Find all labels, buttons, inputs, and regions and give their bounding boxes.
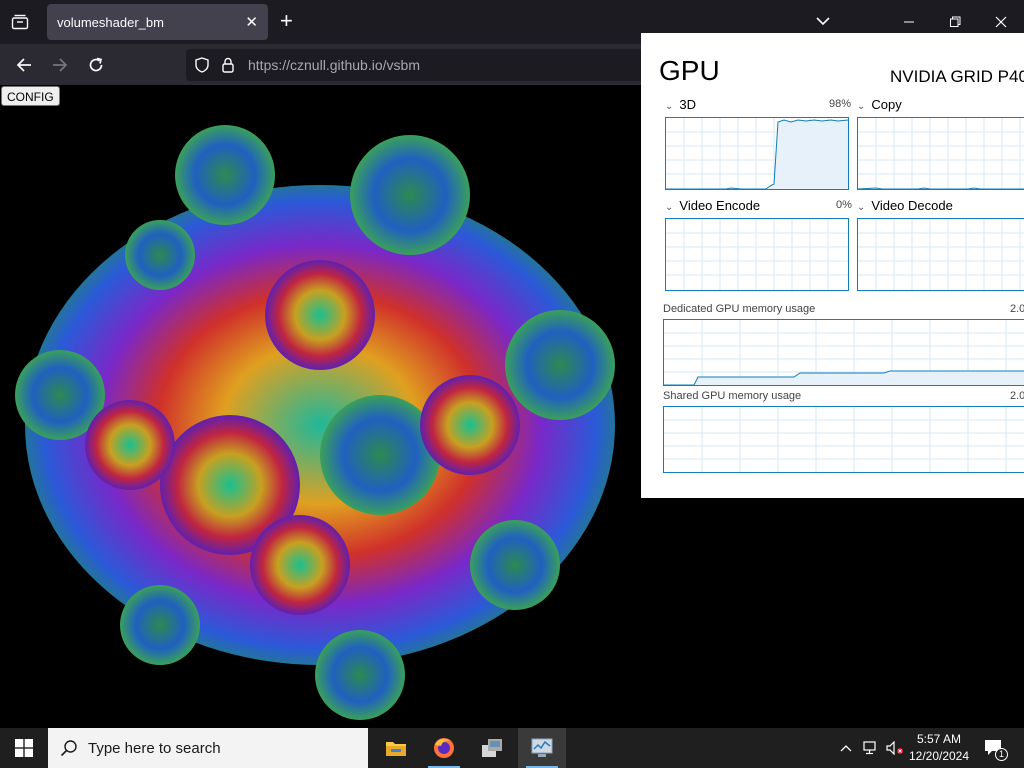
shield-icon[interactable]: [194, 57, 210, 78]
engine-selector-video-decode[interactable]: ⌄ Video Decode: [857, 198, 953, 213]
dedicated-memory-graph: [663, 319, 1024, 386]
forward-icon[interactable]: [47, 52, 73, 78]
windows-logo-icon[interactable]: [0, 728, 48, 768]
taskbar-search-box[interactable]: Type here to search: [48, 728, 368, 768]
close-icon[interactable]: ✕: [245, 13, 258, 31]
engine-graph-video-encode: [665, 218, 849, 291]
engine-graph-3d: [665, 117, 849, 190]
plus-icon[interactable]: +: [280, 10, 293, 32]
system-clock[interactable]: 5:57 AM 12/20/2024: [904, 731, 974, 765]
chevron-down-icon: ⌄: [665, 202, 674, 213]
notification-icon[interactable]: 1: [980, 728, 1008, 768]
task-manager-icon[interactable]: [518, 728, 566, 768]
chevron-down-icon: ⌄: [857, 202, 866, 213]
volume-muted-icon[interactable]: [884, 728, 906, 768]
search-icon: [60, 739, 78, 762]
engine-graph-copy: [857, 117, 1024, 190]
dedicated-memory-max: 2.0: [1010, 303, 1024, 315]
chevron-up-icon[interactable]: [836, 728, 856, 768]
url-bar[interactable]: https://cznull.github.io/vsbm: [186, 49, 646, 81]
fractal-body: [15, 125, 615, 720]
engine-label: Copy: [871, 97, 902, 112]
config-button[interactable]: CONFIG: [1, 86, 60, 106]
search-placeholder: Type here to search: [88, 740, 221, 757]
url-host: https://cznull.github.io: [248, 57, 383, 73]
clock-date: 12/20/2024: [908, 749, 970, 763]
url-path: /vsbm: [382, 57, 420, 73]
gpu-title: GPU: [659, 55, 720, 86]
engine-selector-copy[interactable]: ⌄ Copy: [857, 97, 902, 112]
engine-percent: 98%: [829, 98, 852, 110]
file-explorer-icon[interactable]: [372, 728, 420, 768]
minimize-icon[interactable]: [886, 8, 932, 36]
shared-memory-graph: [663, 406, 1024, 473]
close-icon[interactable]: [978, 8, 1024, 36]
shared-memory-label: Shared GPU memory usage: [663, 390, 802, 402]
maximize-icon[interactable]: [932, 8, 978, 36]
back-icon[interactable]: [11, 52, 37, 78]
url-text[interactable]: https://cznull.github.io/vsbm: [248, 57, 420, 73]
gpu-name: NVIDIA GRID P40-2: [890, 67, 1024, 86]
shared-memory-max: 2.0: [1010, 390, 1024, 402]
tab-title: volumeshader_bm: [57, 15, 164, 30]
engine-label: Video Decode: [871, 198, 953, 213]
reload-icon[interactable]: [83, 52, 109, 78]
firefox-icon[interactable]: [420, 728, 468, 768]
task-manager-gpu-panel: GPU NVIDIA GRID P40-2 ⌄ 3D 98% ⌄ Copy ⌄ Vid…: [641, 33, 1024, 498]
tab-list-icon[interactable]: [8, 10, 32, 34]
engine-label: 3D: [679, 97, 697, 112]
engine-graph-video-decode: [857, 218, 1024, 291]
clock-time: 5:57 AM: [916, 732, 962, 746]
network-icon[interactable]: [860, 728, 882, 768]
engine-label: Video Encode: [679, 198, 761, 213]
chevron-down-icon[interactable]: [816, 13, 830, 31]
taskbar: Type here to search 5:57 AM 12/20/2024 1: [0, 728, 1024, 768]
fractal-render: [15, 125, 615, 720]
notification-count: 1: [995, 748, 1008, 761]
engine-selector-video-encode[interactable]: ⌄ Video Encode: [665, 198, 760, 213]
chevron-down-icon: ⌄: [665, 101, 674, 112]
dedicated-memory-label: Dedicated GPU memory usage: [663, 303, 816, 315]
engine-selector-3d[interactable]: ⌄ 3D: [665, 97, 696, 112]
engine-percent: 0%: [836, 199, 852, 211]
chevron-down-icon: ⌄: [857, 101, 866, 112]
app-icon[interactable]: [468, 728, 516, 768]
lock-icon[interactable]: [221, 57, 235, 78]
browser-tab[interactable]: volumeshader_bm ✕: [47, 4, 268, 40]
